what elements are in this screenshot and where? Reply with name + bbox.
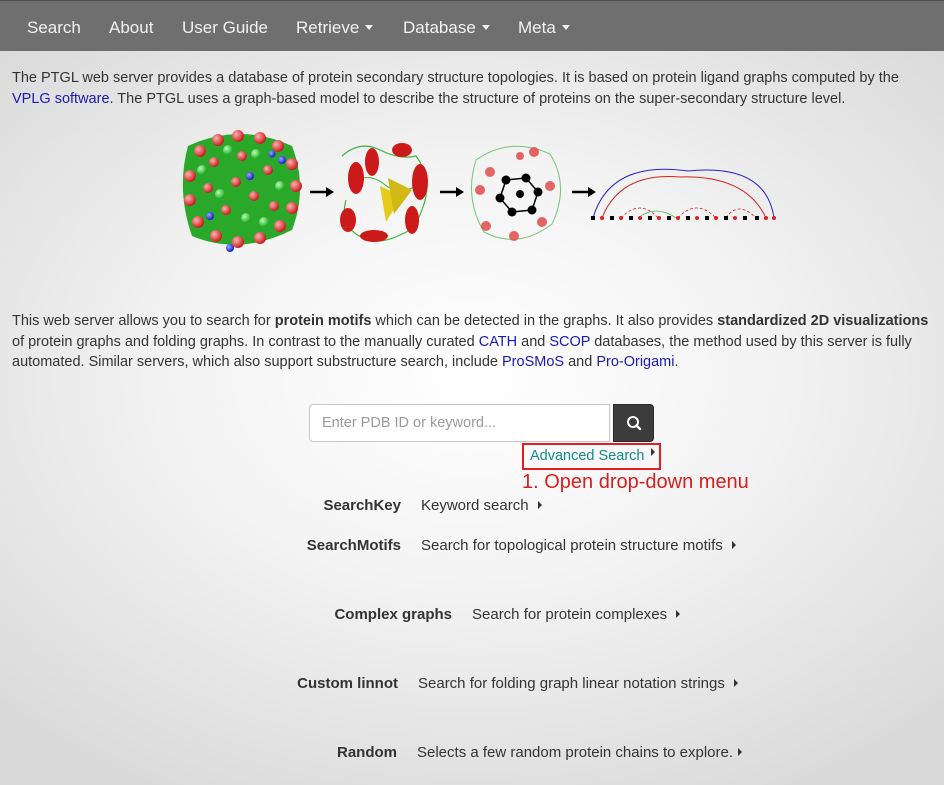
caret-right-icon bbox=[733, 679, 738, 688]
nav-about[interactable]: About bbox=[109, 1, 153, 52]
searchkey-label: SearchKey bbox=[323, 497, 401, 514]
nav-search[interactable]: Search bbox=[27, 1, 81, 52]
ribbon-cartoon-model bbox=[340, 143, 428, 242]
annotation-text: 1. Open drop-down menu bbox=[522, 471, 749, 493]
nav-meta-dropdown[interactable]: Meta bbox=[518, 1, 570, 52]
caret-right-icon bbox=[537, 501, 542, 510]
caret-right-icon bbox=[738, 748, 743, 757]
caret-down-icon bbox=[481, 25, 490, 31]
desc-text-6: and bbox=[564, 354, 597, 370]
random-chains-text: Selects a few random protein chains to e… bbox=[417, 744, 734, 761]
nav-retrieve-label: Retrieve bbox=[296, 18, 360, 37]
nav-meta-label: Meta bbox=[518, 18, 556, 37]
desc-text-4: and bbox=[517, 333, 550, 350]
pipeline-illustration bbox=[182, 130, 776, 252]
keyword-search-link[interactable]: Keyword search bbox=[421, 497, 542, 514]
nav-retrieve-dropdown[interactable]: Retrieve bbox=[296, 1, 374, 52]
atom-sphere-model bbox=[182, 130, 302, 252]
advanced-search-label: Advanced Search bbox=[530, 448, 645, 464]
keyword-search-text: Keyword search bbox=[421, 497, 529, 514]
cath-link[interactable]: CATH bbox=[479, 334, 517, 350]
arrow-right-icon bbox=[326, 187, 334, 197]
intro-text-2: . The PTGL uses a graph-based model to d… bbox=[109, 90, 846, 107]
linnot-search-link[interactable]: Search for folding graph linear notation… bbox=[418, 675, 738, 692]
nav-user-guide[interactable]: User Guide bbox=[182, 1, 268, 52]
random-label: Random bbox=[337, 744, 397, 761]
navbar: Search About User Guide Retrieve Databas… bbox=[0, 0, 944, 51]
intro-paragraph: The PTGL web server provides a database … bbox=[12, 68, 937, 109]
motif-search-text: Search for topological protein structure… bbox=[421, 537, 723, 554]
scop-link[interactable]: SCOP bbox=[549, 334, 590, 350]
nav-database-label: Database bbox=[403, 18, 476, 37]
advanced-search-dropdown[interactable]: Advanced Search bbox=[530, 448, 656, 464]
caret-right-icon bbox=[651, 448, 656, 457]
desc-text-1: This web server allows you to search for bbox=[12, 313, 275, 329]
arrow-right-icon bbox=[456, 187, 464, 197]
search-button[interactable] bbox=[613, 404, 654, 442]
prosmos-link[interactable]: ProSMoS bbox=[502, 354, 564, 370]
caret-down-icon bbox=[561, 25, 570, 31]
desc-text-2: which can be detected in the graphs. It … bbox=[371, 313, 718, 329]
search-input[interactable] bbox=[309, 404, 610, 442]
random-chains-link[interactable]: Selects a few random protein chains to e… bbox=[417, 744, 743, 761]
desc-text-3: of protein graphs and folding graphs. In… bbox=[12, 333, 479, 350]
vplg-link[interactable]: VPLG software bbox=[12, 91, 110, 107]
complex-search-link[interactable]: Search for protein complexes bbox=[472, 606, 681, 623]
caret-right-icon bbox=[731, 541, 736, 550]
description-paragraph: This web server allows you to search for… bbox=[12, 311, 937, 373]
protein-motifs-bold: protein motifs bbox=[274, 313, 372, 329]
desc-text-7: . bbox=[674, 354, 679, 370]
nav-database-dropdown[interactable]: Database bbox=[403, 1, 490, 52]
complex-graphs-label: Complex graphs bbox=[334, 606, 452, 623]
protein-graph-overlay bbox=[471, 145, 561, 241]
intro-text-1: The PTGL web server provides a database … bbox=[12, 70, 899, 86]
complex-search-text: Search for protein complexes bbox=[472, 606, 668, 623]
arrow-right-icon bbox=[588, 187, 596, 197]
motif-search-link[interactable]: Search for topological protein structure… bbox=[421, 537, 736, 554]
caret-down-icon bbox=[365, 25, 374, 31]
standardized-visualizations-bold: standardized 2D visualizations bbox=[717, 313, 929, 329]
custom-linnot-label: Custom linnot bbox=[297, 675, 398, 692]
linnot-search-text: Search for folding graph linear notation… bbox=[418, 675, 725, 692]
searchmotifs-label: SearchMotifs bbox=[306, 537, 401, 554]
search-icon bbox=[627, 416, 642, 431]
pro-origami-link[interactable]: Pro-Origami bbox=[596, 354, 674, 370]
linear-graph-diagram bbox=[591, 168, 776, 220]
caret-right-icon bbox=[676, 610, 681, 619]
